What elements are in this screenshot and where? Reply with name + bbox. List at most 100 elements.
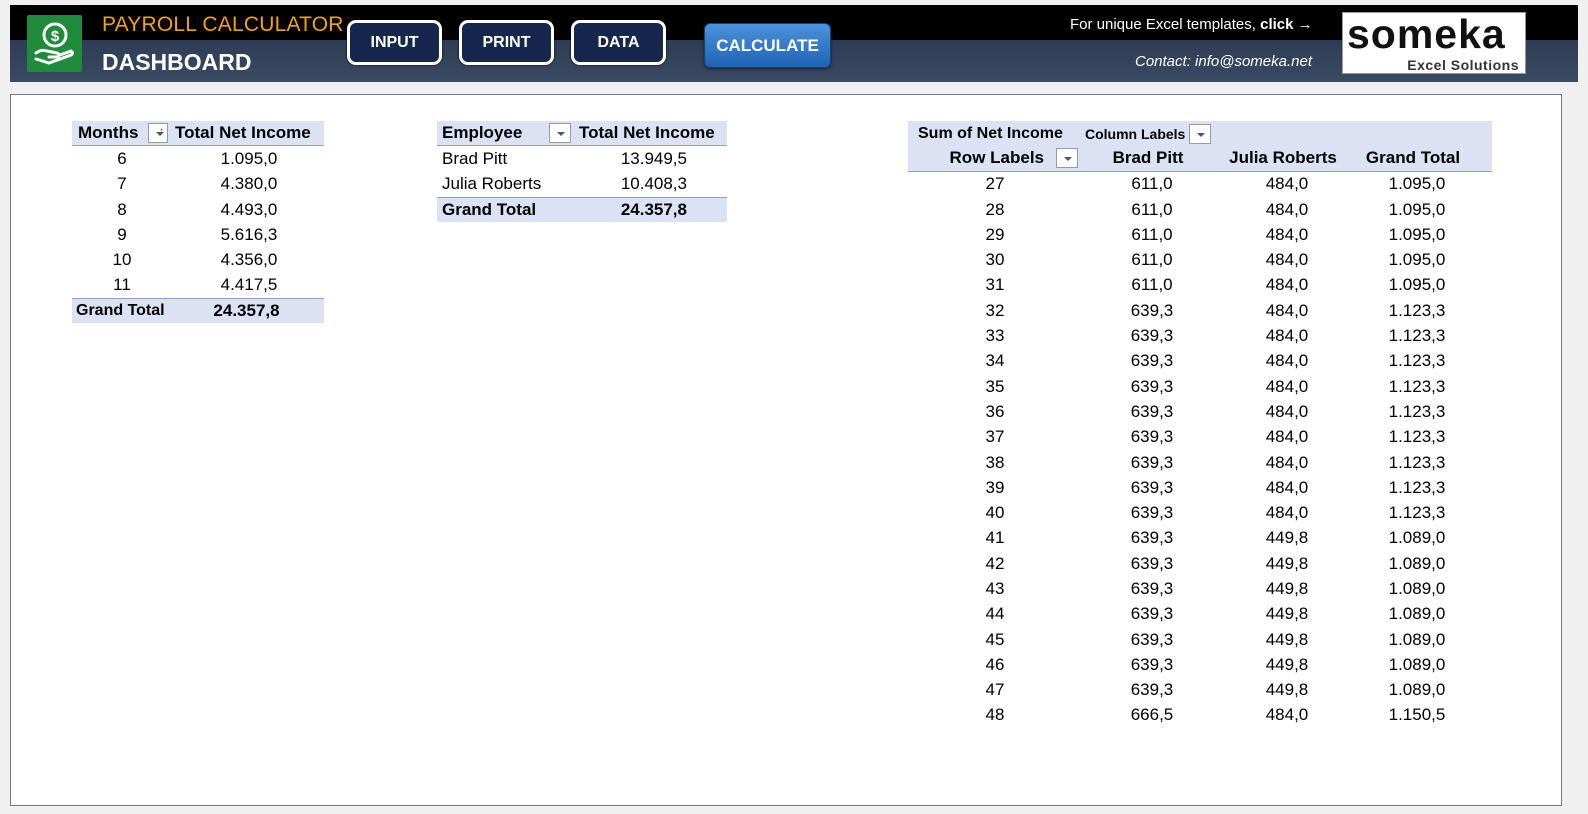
table-row: 44 639,3 449,8 1.089,0 bbox=[908, 602, 1492, 627]
grand-total-row: Grand Total 24.357,8 bbox=[437, 196, 727, 223]
column-header-grand-total: Grand Total bbox=[1365, 148, 1461, 168]
brad-pitt-cell: 639,3 bbox=[1130, 680, 1174, 700]
brad-pitt-cell: 611,0 bbox=[1131, 224, 1173, 244]
julia-roberts-cell: 484,0 bbox=[1265, 199, 1309, 219]
grand-total-value: 24.357,8 bbox=[620, 200, 687, 220]
data-button[interactable]: DATA bbox=[571, 20, 666, 65]
brad-pitt-cell: 639,3 bbox=[1130, 300, 1174, 320]
week-cell: 34 bbox=[985, 351, 1005, 371]
table-row: 42 639,3 449,8 1.089,0 bbox=[908, 551, 1492, 576]
row-filter-dropdown-button[interactable] bbox=[1056, 148, 1078, 169]
grand-total-cell: 1.089,0 bbox=[1388, 680, 1446, 700]
table-row: 36 639,3 484,0 1.123,3 bbox=[908, 399, 1492, 424]
table-row: 34 639,3 484,0 1.123,3 bbox=[908, 349, 1492, 374]
brand-logo[interactable]: someka Excel Solutions bbox=[1342, 11, 1526, 74]
table-row: 9 5.616,3 bbox=[72, 222, 324, 247]
print-button[interactable]: PRINT bbox=[459, 20, 554, 65]
julia-roberts-cell: 484,0 bbox=[1265, 351, 1309, 371]
sort-icon: ↑ bbox=[159, 126, 164, 138]
sort-filter-button[interactable]: ↑ bbox=[148, 123, 168, 144]
month-cell: 9 bbox=[117, 224, 127, 244]
column-filter-dropdown-button[interactable] bbox=[1189, 123, 1212, 144]
table-row: 7 4.380,0 bbox=[72, 172, 324, 197]
table-row: Brad Pitt 13.949,5 bbox=[437, 146, 727, 171]
table-row: 43 639,3 449,8 1.089,0 bbox=[908, 576, 1492, 601]
table-row: 6 1.095,0 bbox=[72, 146, 324, 171]
month-cell: 8 bbox=[117, 199, 127, 219]
promo-click[interactable]: click bbox=[1260, 16, 1293, 33]
column-header-brad-pitt: Brad Pitt bbox=[1112, 148, 1184, 168]
table-row: 30 611,0 484,0 1.095,0 bbox=[908, 247, 1492, 272]
table-row: 27 611,0 484,0 1.095,0 bbox=[908, 172, 1492, 197]
julia-roberts-cell: 449,8 bbox=[1265, 629, 1309, 649]
week-cell: 42 bbox=[985, 553, 1005, 573]
brad-pitt-cell: 611,0 bbox=[1131, 199, 1173, 219]
brad-pitt-cell: 639,3 bbox=[1130, 528, 1174, 548]
income-cell: 1.095,0 bbox=[220, 148, 278, 168]
week-cell: 33 bbox=[985, 326, 1005, 346]
table-row: 48 666,5 484,0 1.150,5 bbox=[908, 703, 1492, 728]
brad-pitt-cell: 639,3 bbox=[1130, 326, 1174, 346]
table-row: 8 4.493,0 bbox=[72, 197, 324, 222]
income-cell: 4.417,5 bbox=[220, 275, 278, 295]
income-cell: 5.616,3 bbox=[220, 224, 278, 244]
table-row: 11 4.417,5 bbox=[72, 273, 324, 298]
week-cell: 37 bbox=[985, 427, 1005, 447]
grand-total-cell: 1.123,3 bbox=[1388, 401, 1446, 421]
filter-dropdown-button[interactable] bbox=[549, 123, 571, 144]
grand-total-cell: 1.123,3 bbox=[1388, 351, 1446, 371]
table-row: 45 639,3 449,8 1.089,0 bbox=[908, 627, 1492, 652]
brad-pitt-cell: 639,3 bbox=[1130, 578, 1174, 598]
julia-roberts-cell: 484,0 bbox=[1265, 250, 1309, 270]
grand-total-cell: 1.123,3 bbox=[1388, 376, 1446, 396]
week-cell: 45 bbox=[985, 629, 1005, 649]
employee-pivot-table: Employee Total Net Income Brad Pitt 13.94… bbox=[437, 121, 727, 223]
grand-total-cell: 1.089,0 bbox=[1388, 654, 1446, 674]
julia-roberts-cell: 484,0 bbox=[1265, 174, 1309, 194]
brand-name: someka bbox=[1347, 11, 1506, 57]
grand-total-cell: 1.095,0 bbox=[1388, 199, 1446, 219]
grand-total-label: Grand Total bbox=[442, 200, 537, 220]
julia-roberts-cell: 449,8 bbox=[1265, 680, 1309, 700]
brad-pitt-cell: 639,3 bbox=[1130, 351, 1174, 371]
table-row: 40 639,3 484,0 1.123,3 bbox=[908, 500, 1492, 525]
table-row: 33 639,3 484,0 1.123,3 bbox=[908, 323, 1492, 348]
grand-total-cell: 1.095,0 bbox=[1388, 275, 1446, 295]
brad-pitt-cell: 639,3 bbox=[1130, 604, 1174, 624]
total-net-income-header: Total Net Income bbox=[175, 123, 311, 143]
employee-name-cell: Brad Pitt bbox=[442, 148, 508, 168]
julia-roberts-cell: 449,8 bbox=[1265, 553, 1309, 573]
total-net-income-header: Total Net Income bbox=[579, 123, 715, 143]
contact-email: Contact: info@someka.net bbox=[1135, 53, 1312, 70]
week-cell: 44 bbox=[985, 604, 1005, 624]
svg-text:$: $ bbox=[51, 28, 60, 45]
week-cell: 47 bbox=[985, 680, 1005, 700]
grand-total-cell: 1.089,0 bbox=[1388, 578, 1446, 598]
julia-roberts-cell: 484,0 bbox=[1265, 326, 1309, 346]
week-cell: 36 bbox=[985, 401, 1005, 421]
promo-link[interactable]: For unique Excel templates, click → bbox=[1070, 16, 1313, 33]
week-cell: 40 bbox=[985, 503, 1005, 523]
week-cell: 31 bbox=[985, 275, 1005, 295]
grand-total-cell: 1.095,0 bbox=[1388, 174, 1446, 194]
brad-pitt-cell: 611,0 bbox=[1131, 275, 1173, 295]
calculate-button[interactable]: CALCULATE bbox=[704, 23, 831, 68]
julia-roberts-cell: 484,0 bbox=[1265, 477, 1309, 497]
week-cell: 29 bbox=[985, 224, 1005, 244]
income-cell: 4.493,0 bbox=[220, 199, 278, 219]
pivot-header-row: Employee Total Net Income bbox=[437, 121, 727, 147]
week-cell: 28 bbox=[985, 199, 1005, 219]
column-labels-label: Column Labels bbox=[1085, 125, 1186, 142]
grand-total-label: Grand Total bbox=[76, 302, 165, 320]
brad-pitt-cell: 639,3 bbox=[1130, 477, 1174, 497]
table-row: 46 639,3 449,8 1.089,0 bbox=[908, 652, 1492, 677]
grand-total-row: Grand Total 24.357,8 bbox=[72, 298, 324, 324]
month-cell: 6 bbox=[117, 148, 127, 168]
month-cell: 10 bbox=[112, 250, 132, 270]
income-cell: 10.408,3 bbox=[620, 174, 687, 194]
grand-total-cell: 1.123,3 bbox=[1388, 300, 1446, 320]
grand-total-cell: 1.123,3 bbox=[1388, 326, 1446, 346]
julia-roberts-cell: 484,0 bbox=[1265, 427, 1309, 447]
brad-pitt-cell: 639,3 bbox=[1130, 553, 1174, 573]
input-button[interactable]: INPUT bbox=[347, 20, 442, 65]
